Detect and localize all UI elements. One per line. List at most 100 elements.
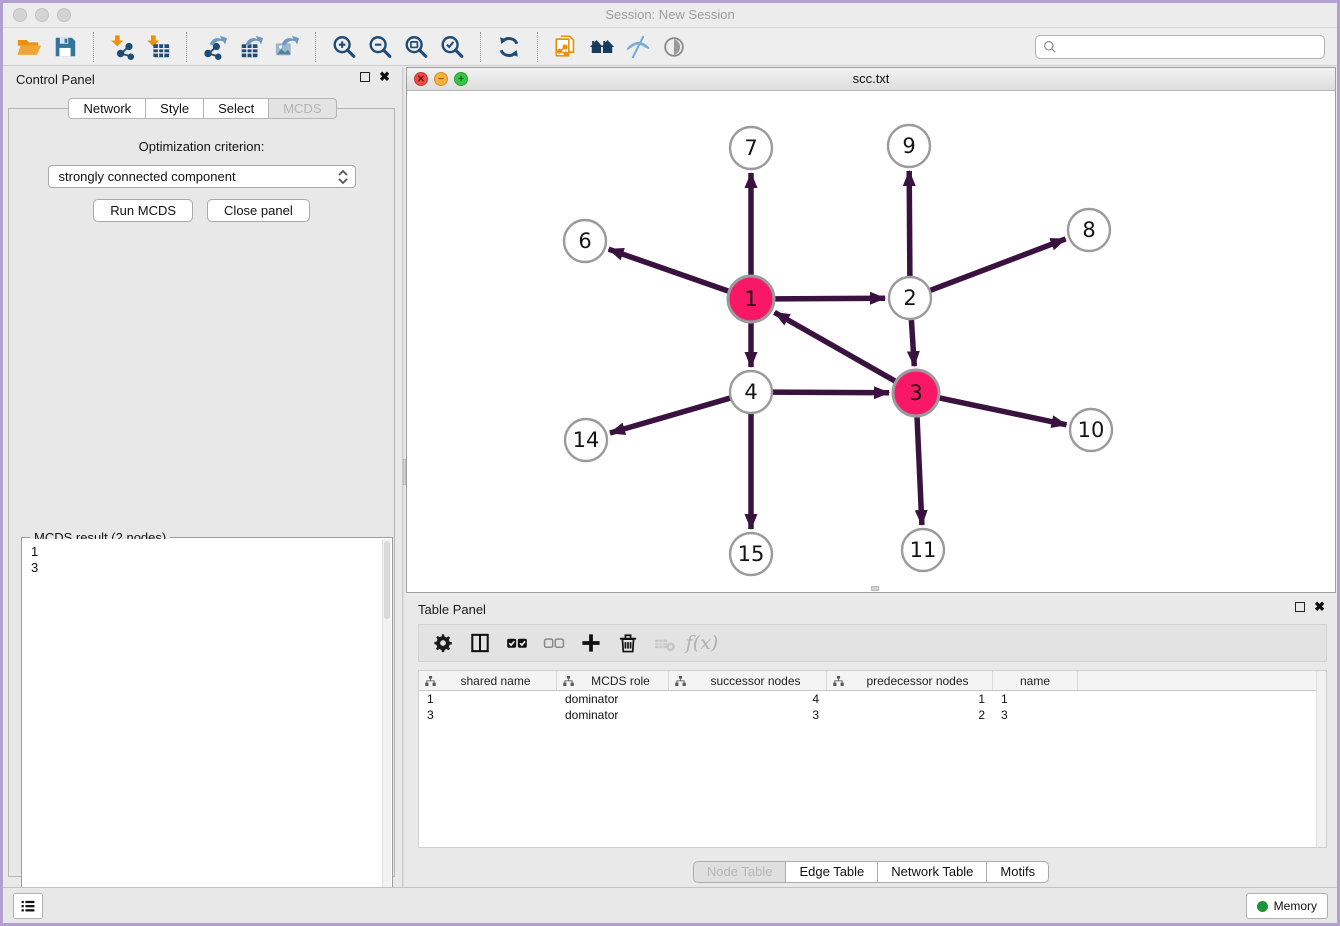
edge-2-9[interactable] — [909, 171, 910, 279]
main-area: Control Panel ✖ NetworkStyleSelectMCDS O… — [3, 67, 1337, 887]
tab-edge-table[interactable]: Edge Table — [786, 861, 878, 883]
edge-4-14[interactable] — [610, 397, 733, 433]
tab-network-table[interactable]: Network Table — [878, 861, 987, 883]
column-header-predecessor-nodes[interactable]: predecessor nodes — [827, 671, 993, 690]
hide-visibility-icon — [625, 34, 651, 60]
run-mcds-button[interactable]: Run MCDS — [93, 199, 193, 222]
cell-successor-nodes[interactable]: 3 — [669, 707, 827, 723]
column-header-shared-name[interactable]: shared name — [419, 671, 557, 690]
result-scrollbar[interactable] — [382, 539, 391, 910]
control-panel-title: Control Panel — [16, 72, 95, 87]
node-7[interactable]: 7 — [730, 127, 772, 169]
column-header-name[interactable]: name — [993, 671, 1078, 690]
node-label: 1 — [744, 287, 757, 311]
node-15[interactable]: 15 — [730, 533, 772, 575]
zoom-in-button[interactable] — [326, 31, 362, 63]
select-all-button[interactable] — [501, 628, 533, 658]
trash-button[interactable] — [612, 628, 644, 658]
node-1[interactable]: 1 — [728, 276, 774, 322]
table-row[interactable]: 3dominator323 — [419, 707, 1326, 723]
edge-2-8[interactable] — [928, 239, 1066, 291]
visibility-button[interactable] — [656, 31, 692, 63]
table-close-icon[interactable]: ✖ — [1314, 602, 1325, 612]
node-10[interactable]: 10 — [1070, 409, 1112, 451]
column-header-successor-nodes[interactable]: successor nodes — [669, 671, 827, 690]
edge-3-11[interactable] — [917, 414, 922, 525]
tab-mcds[interactable]: MCDS — [269, 98, 336, 119]
tab-node-table[interactable]: Node Table — [693, 861, 787, 883]
cell-shared-name[interactable]: 3 — [419, 707, 557, 723]
edge-1-6[interactable] — [609, 249, 732, 292]
table-tabs: Node TableEdge TableNetwork TableMotifs — [405, 861, 1337, 883]
mcds-result-text[interactable]: 13 — [23, 539, 391, 910]
export-network-button[interactable] — [197, 31, 233, 63]
edge-2-3[interactable] — [911, 317, 914, 366]
trash-icon — [616, 631, 640, 655]
edge-4-3[interactable] — [770, 392, 889, 393]
zoom-selected-button[interactable] — [434, 31, 470, 63]
save-button[interactable] — [47, 31, 83, 63]
criterion-value: strongly connected component — [59, 169, 236, 184]
node-11[interactable]: 11 — [902, 529, 944, 571]
status-bar: Memory — [3, 887, 1337, 923]
tab-motifs[interactable]: Motifs — [987, 861, 1049, 883]
close-panel-button[interactable]: Close panel — [207, 199, 310, 222]
zoom-selected-icon — [439, 34, 465, 60]
import-network-button[interactable] — [104, 31, 140, 63]
gear-button[interactable] — [427, 628, 459, 658]
node-4[interactable]: 4 — [730, 371, 772, 413]
cell-MCDS-role[interactable]: dominator — [557, 707, 669, 723]
columns-button[interactable] — [464, 628, 496, 658]
node-label: 15 — [738, 542, 765, 566]
close-panel-icon[interactable]: ✖ — [379, 72, 390, 82]
cell-successor-nodes[interactable]: 4 — [669, 691, 827, 707]
tab-style[interactable]: Style — [146, 98, 204, 119]
node-2[interactable]: 2 — [889, 277, 931, 319]
float-panel-icon[interactable] — [360, 72, 370, 82]
node-14[interactable]: 14 — [565, 419, 607, 461]
open-folder-button[interactable] — [11, 31, 47, 63]
table-float-icon[interactable] — [1295, 602, 1305, 612]
home-button[interactable] — [584, 31, 620, 63]
node-3[interactable]: 3 — [893, 370, 939, 416]
column-header-MCDS-role[interactable]: MCDS role — [557, 671, 669, 690]
node-6[interactable]: 6 — [564, 220, 606, 262]
cell-name[interactable]: 1 — [993, 691, 1078, 707]
tab-select[interactable]: Select — [204, 98, 269, 119]
network-canvas[interactable]: 7 9 6 8 1 2 4 3 14 10 15 11 — [407, 91, 1335, 592]
search-box[interactable] — [1035, 35, 1325, 59]
cell-predecessor-nodes[interactable]: 1 — [827, 691, 993, 707]
tab-network[interactable]: Network — [68, 98, 146, 119]
edge-3-10[interactable] — [937, 397, 1067, 425]
zoom-fit-button[interactable] — [398, 31, 434, 63]
refresh-button[interactable] — [491, 31, 527, 63]
criterion-dropdown[interactable]: strongly connected component — [48, 165, 356, 188]
node-9[interactable]: 9 — [888, 125, 930, 167]
hierarchy-icon — [833, 676, 844, 686]
cell-name[interactable]: 3 — [993, 707, 1078, 723]
import-table-icon — [145, 34, 171, 60]
cell-shared-name[interactable]: 1 — [419, 691, 557, 707]
table-row[interactable]: 1dominator411 — [419, 691, 1326, 707]
cell-predecessor-nodes[interactable]: 2 — [827, 707, 993, 723]
node-8[interactable]: 8 — [1068, 209, 1110, 251]
edge-3-1[interactable] — [775, 312, 898, 382]
table-scrollbar[interactable] — [1316, 671, 1326, 847]
deselect-all-button[interactable] — [538, 628, 570, 658]
cell-MCDS-role[interactable]: dominator — [557, 691, 669, 707]
hide-visibility-button[interactable] — [620, 31, 656, 63]
node-label: 9 — [902, 134, 915, 158]
memory-button[interactable]: Memory — [1246, 893, 1328, 919]
edge-1-2[interactable] — [772, 298, 885, 299]
clone-network-button[interactable] — [548, 31, 584, 63]
add-button[interactable] — [575, 628, 607, 658]
node-label: 8 — [1082, 218, 1095, 242]
frame-resize-handle[interactable] — [871, 586, 879, 591]
task-history-button[interactable] — [13, 893, 43, 919]
import-table-button[interactable] — [140, 31, 176, 63]
export-table-button[interactable] — [233, 31, 269, 63]
hierarchy-icon — [563, 676, 574, 686]
search-input[interactable] — [1062, 37, 1318, 57]
zoom-out-button[interactable] — [362, 31, 398, 63]
export-image-button[interactable] — [269, 31, 305, 63]
